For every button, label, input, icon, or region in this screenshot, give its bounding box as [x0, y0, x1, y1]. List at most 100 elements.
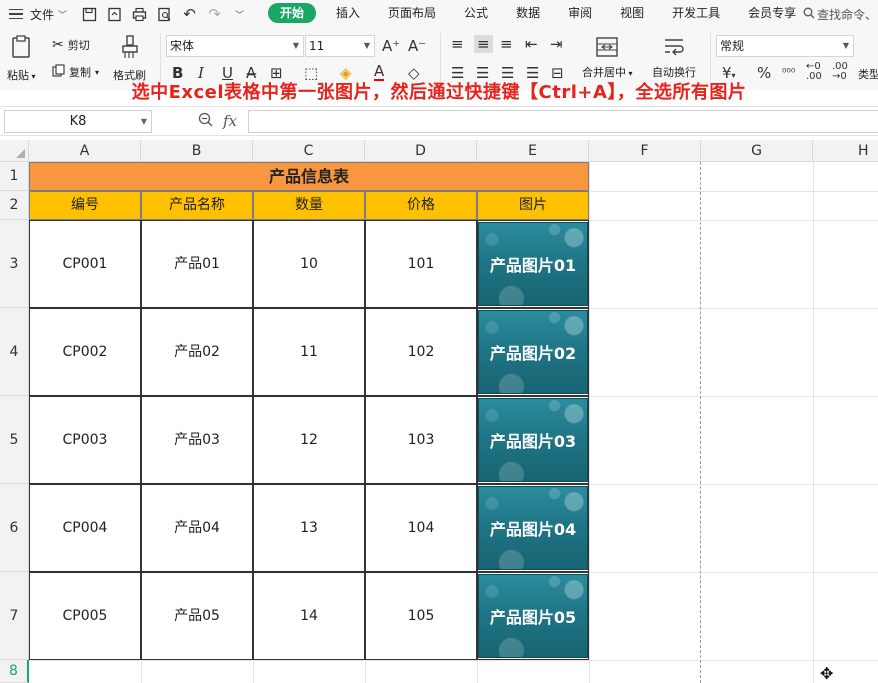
table-cell[interactable]: 101 [365, 220, 477, 308]
number-format-select[interactable]: 常规 ▼ [716, 35, 854, 57]
header-cell[interactable]: 产品名称 [141, 191, 253, 220]
gridline [365, 660, 366, 683]
increase-font-icon[interactable]: A⁺ [382, 37, 400, 55]
table-cell[interactable]: 产品03 [141, 396, 253, 484]
table-cell[interactable]: 14 [253, 572, 365, 660]
table-cell[interactable]: CP003 [29, 396, 141, 484]
tab-formulas[interactable]: 公式 [456, 3, 496, 23]
tab-insert[interactable]: 插入 [328, 3, 368, 23]
col-header-c[interactable]: C [253, 140, 365, 162]
col-header-g[interactable]: G [701, 140, 813, 162]
chevron-down-icon[interactable]: ﹀ [231, 6, 248, 23]
product-image[interactable]: 产品图片05 [478, 574, 588, 658]
ribbon-tabs: 开始 插入 页面布局 公式 数据 审阅 视图 开发工具 会员专享 [268, 3, 816, 23]
print-preview-icon[interactable] [156, 6, 173, 23]
row-number: 2 [9, 197, 19, 213]
tab-review[interactable]: 审阅 [560, 3, 600, 23]
menu-icon[interactable] [9, 8, 23, 20]
merge-cells-icon [596, 37, 618, 57]
merge-center-button[interactable]: 合并居中 ▾ [582, 36, 633, 80]
table-cell[interactable]: 104 [365, 484, 477, 572]
insert-function-icon[interactable]: fx [223, 112, 237, 131]
paste-button[interactable]: 粘贴 ▾ [7, 34, 36, 83]
col-header-a[interactable]: A [29, 140, 141, 162]
chevron-down-icon: ﹀ [58, 10, 68, 21]
row-header-1[interactable]: 1 [0, 162, 29, 191]
row-header-4[interactable]: 4 [0, 308, 29, 396]
table-cell[interactable]: 105 [365, 572, 477, 660]
row-number: 6 [9, 519, 19, 536]
command-search[interactable]: 查找命令、 [803, 6, 877, 23]
tab-page-layout[interactable]: 页面布局 [380, 3, 444, 23]
tab-developer[interactable]: 开发工具 [664, 3, 728, 23]
col-header-e[interactable]: E [477, 140, 589, 162]
table-cell[interactable]: 产品05 [141, 572, 253, 660]
tab-member[interactable]: 会员专享 [740, 3, 804, 23]
row-header-3[interactable]: 3 [0, 220, 29, 308]
col-header-b[interactable]: B [141, 140, 253, 162]
wrap-text-button[interactable]: 自动换行 [652, 36, 696, 80]
zoom-formula-icon[interactable] [198, 112, 213, 131]
table-cell[interactable]: 103 [365, 396, 477, 484]
table-cell[interactable]: 产品02 [141, 308, 253, 396]
product-image[interactable]: 产品图片01 [478, 222, 588, 306]
table-cell[interactable]: CP002 [29, 308, 141, 396]
table-cell[interactable]: CP004 [29, 484, 141, 572]
divider [710, 33, 711, 83]
header-cell[interactable]: 编号 [29, 191, 141, 220]
row-header-2[interactable]: 2 [0, 191, 29, 220]
col-header-f[interactable]: F [589, 140, 701, 162]
tab-home[interactable]: 开始 [268, 3, 317, 23]
font-name-select[interactable]: 宋体 ▼ [166, 35, 304, 57]
row-header-8[interactable]: 8 [0, 660, 29, 683]
col-header-d[interactable]: D [365, 140, 477, 162]
table-title[interactable]: 产品信息表 [29, 162, 589, 191]
table-cell[interactable]: 102 [365, 308, 477, 396]
chevron-down-icon: ▼ [292, 41, 299, 50]
print-icon[interactable] [131, 6, 148, 23]
table-cell[interactable]: 11 [253, 308, 365, 396]
product-image[interactable]: 产品图片02 [478, 310, 588, 394]
undo-icon[interactable]: ↶ [181, 5, 198, 23]
header-cell[interactable]: 数量 [253, 191, 365, 220]
cut-button[interactable]: ✂ 剪切 [52, 37, 90, 53]
chevron-down-icon: ▼ [363, 41, 370, 50]
chevron-down-icon: ▼ [140, 117, 147, 126]
align-bottom-icon[interactable]: ≡ [500, 35, 513, 53]
format-painter-button[interactable]: 格式刷 [113, 34, 146, 83]
file-menu[interactable]: 文件 ﹀ [30, 6, 67, 23]
table-cell[interactable]: CP001 [29, 220, 141, 308]
wrap-text-icon [665, 39, 684, 56]
product-image[interactable]: 产品图片04 [478, 486, 588, 570]
increase-indent-icon[interactable]: ⇥ [550, 35, 563, 53]
header-cell[interactable]: 价格 [365, 191, 477, 220]
align-top-icon[interactable]: ≡ [451, 35, 464, 53]
select-all-corner[interactable] [0, 140, 29, 162]
decrease-indent-icon[interactable]: ⇤ [525, 35, 538, 53]
table-cell[interactable]: CP005 [29, 572, 141, 660]
redo-icon[interactable]: ↷ [206, 5, 223, 23]
export-pdf-icon[interactable] [106, 6, 123, 23]
font-size-select[interactable]: 11 ▼ [305, 35, 375, 57]
font-size-value: 11 [309, 39, 325, 53]
table-cell[interactable]: 12 [253, 396, 365, 484]
row-header-6[interactable]: 6 [0, 484, 29, 572]
worksheet-grid[interactable]: A B C D E F G H 1 2 3 4 5 6 7 8 产品信息表 编号… [0, 140, 878, 683]
col-header-h[interactable]: H [813, 140, 878, 162]
decrease-font-icon[interactable]: A⁻ [408, 37, 426, 55]
name-box[interactable]: K8 ▼ [4, 110, 152, 133]
header-cell[interactable]: 图片 [477, 191, 589, 220]
product-image[interactable]: 产品图片03 [478, 398, 588, 482]
row-header-7[interactable]: 7 [0, 572, 29, 660]
row-header-5[interactable]: 5 [0, 396, 29, 484]
formula-tools: fx [198, 112, 237, 131]
table-cell[interactable]: 产品04 [141, 484, 253, 572]
table-cell[interactable]: 产品01 [141, 220, 253, 308]
tab-view[interactable]: 视图 [612, 3, 652, 23]
align-middle-icon[interactable]: ≡ [474, 35, 493, 53]
tab-data[interactable]: 数据 [508, 3, 548, 23]
table-cell[interactable]: 13 [253, 484, 365, 572]
save-icon[interactable] [81, 6, 98, 23]
formula-input[interactable] [248, 110, 878, 133]
table-cell[interactable]: 10 [253, 220, 365, 308]
